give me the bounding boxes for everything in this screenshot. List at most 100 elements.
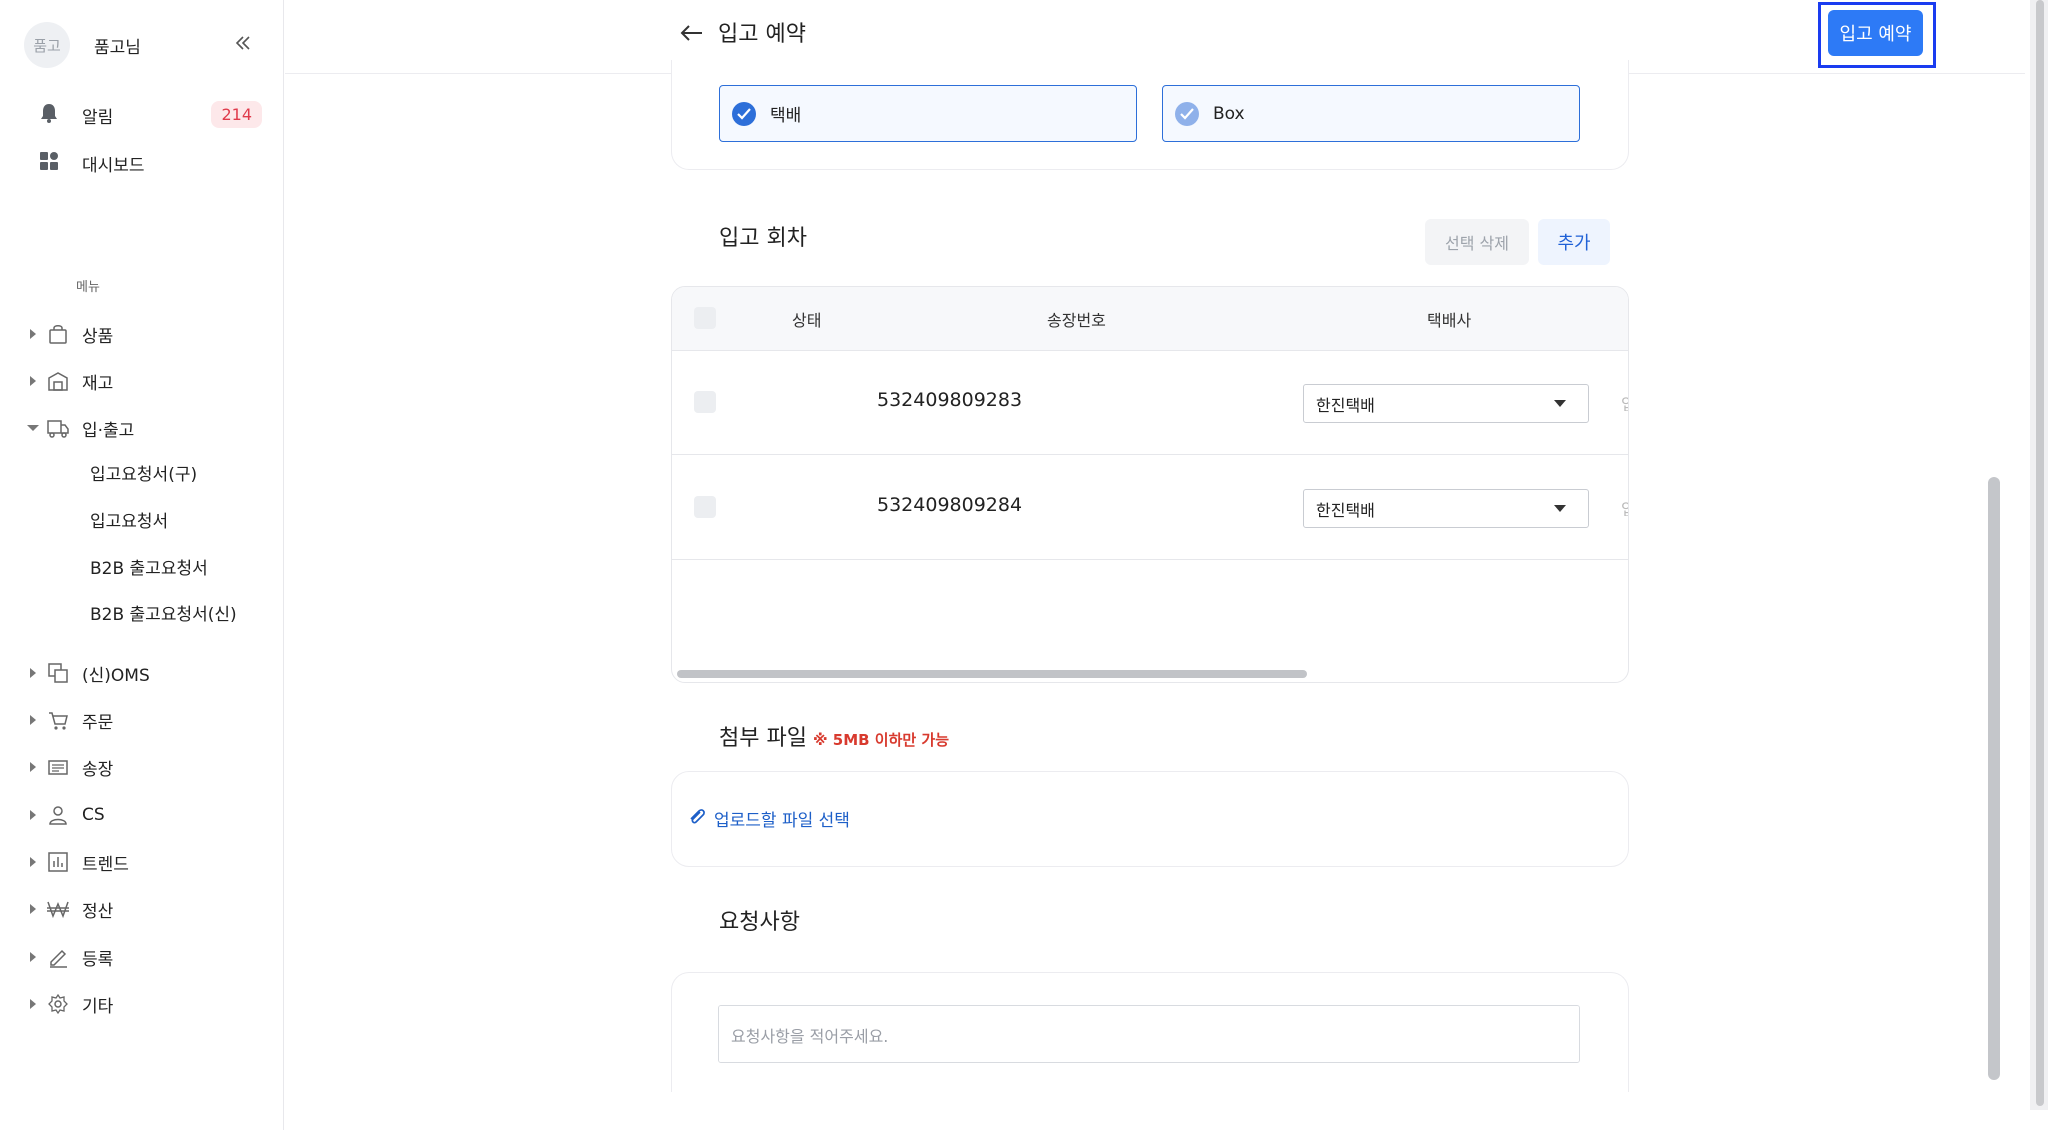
sidebar-item-etc[interactable]: 기타 xyxy=(26,987,113,1021)
table-row: 532409809284 한진택배 입 xyxy=(672,456,1628,560)
menu-heading: 메뉴 xyxy=(76,280,100,295)
caret-down-icon xyxy=(26,424,40,432)
sidebar-item-label: 송장 xyxy=(82,759,114,780)
caret-right-icon xyxy=(26,762,40,772)
sidebar-item-label: 상품 xyxy=(82,326,114,347)
sidebar-item-label: 입·출고 xyxy=(82,420,135,441)
column-header: 송장번호 xyxy=(1047,311,1106,330)
sidebar-item-label: 알림 xyxy=(82,107,114,128)
tracking-number: 532409809284 xyxy=(877,494,1023,516)
sidebar-item-label: 정산 xyxy=(82,901,114,922)
arrow-left-icon[interactable] xyxy=(680,18,714,48)
carrier-select[interactable]: 한진택배 xyxy=(1303,384,1589,423)
sidebar: 품고 품고님 알림 214 대시보드 메뉴 상품 재고 입·출고 입고요청서(구… xyxy=(0,0,284,1130)
warehouse-icon xyxy=(46,369,70,393)
sidebar-item-cs[interactable]: CS xyxy=(26,798,105,832)
cutoff-cell: 입 xyxy=(1621,391,1628,411)
bag-icon xyxy=(46,322,70,346)
avatar: 품고 xyxy=(24,22,70,68)
paperclip-icon xyxy=(686,806,706,831)
double-chevron-left-icon[interactable] xyxy=(230,30,256,56)
sidebar-item-notifications[interactable]: 알림 214 xyxy=(38,98,264,132)
sidebar-item-products[interactable]: 상품 xyxy=(26,317,113,351)
sidebar-item-trends[interactable]: 트렌드 xyxy=(26,845,129,879)
row-checkbox[interactable] xyxy=(694,496,716,518)
profile-name: 품고님 xyxy=(94,37,141,58)
pencil-icon xyxy=(46,945,70,969)
sidebar-item-label: 주문 xyxy=(82,712,114,733)
option-parcel[interactable]: 택배 xyxy=(719,85,1137,142)
check-circle-icon xyxy=(1175,101,1199,126)
truck-icon xyxy=(46,416,70,440)
sidebar-item-dashboard[interactable]: 대시보드 xyxy=(38,146,264,180)
upload-label: 업로드할 파일 선택 xyxy=(714,811,850,831)
sidebar-subitem-b2b-outbound-new[interactable]: B2B 출고요청서(신) xyxy=(90,600,237,630)
table-header: 상태 송장번호 택배사 xyxy=(672,287,1628,351)
profile[interactable]: 품고 품고님 xyxy=(24,22,141,68)
caret-right-icon xyxy=(26,810,40,820)
rounds-title: 입고 회차 xyxy=(719,226,807,251)
invoice-icon xyxy=(46,755,70,779)
table-row: 532409809283 한진택배 입 xyxy=(672,351,1628,455)
person-icon xyxy=(46,803,70,827)
sidebar-item-inbound-outbound[interactable]: 입·출고 xyxy=(26,411,134,445)
caret-down-icon xyxy=(1554,505,1566,512)
sidebar-item-settlement[interactable]: 정산 xyxy=(26,892,113,926)
option-label: 택배 xyxy=(770,106,802,126)
caret-right-icon xyxy=(26,952,40,962)
sidebar-item-orders[interactable]: 주문 xyxy=(26,703,113,737)
rounds-table: 상태 송장번호 택배사 532409809283 한진택배 입 53240980… xyxy=(671,286,1629,683)
sidebar-item-label: 기타 xyxy=(82,996,114,1017)
caret-right-icon xyxy=(26,904,40,914)
option-box[interactable]: Box xyxy=(1162,85,1580,142)
sidebar-subitem-inbound-request[interactable]: 입고요청서 xyxy=(90,507,168,537)
size-limit-note: ※ 5MB 이하만 가능 xyxy=(812,731,950,749)
window-scrollbar[interactable] xyxy=(2030,0,2048,1110)
sidebar-item-label: (신)OMS xyxy=(82,665,150,686)
sidebar-subitem-inbound-request-old[interactable]: 입고요청서(구) xyxy=(90,460,197,490)
carrier-select-value: 한진택배 xyxy=(1316,500,1375,520)
bar-chart-icon xyxy=(46,850,70,874)
select-all-checkbox[interactable] xyxy=(694,307,716,329)
scrollbar-thumb[interactable] xyxy=(677,670,1307,678)
caret-down-icon xyxy=(1554,400,1566,407)
page-title: 입고 예약 xyxy=(718,22,806,47)
attachment-title: 첨부 파일 ※ 5MB 이하만 가능 xyxy=(719,720,949,752)
dashboard-icon xyxy=(38,150,60,176)
add-round-button[interactable]: 추가 xyxy=(1538,219,1610,265)
option-label: Box xyxy=(1213,103,1245,124)
content-vertical-scrollbar[interactable] xyxy=(1988,477,2000,1080)
sidebar-item-label: CS xyxy=(82,805,105,825)
sidebar-item-invoice[interactable]: 송장 xyxy=(26,750,113,784)
caret-right-icon xyxy=(26,376,40,386)
sidebar-item-oms[interactable]: (신)OMS xyxy=(26,656,150,690)
reserve-inbound-button[interactable]: 입고 예약 xyxy=(1828,10,1923,56)
table-horizontal-scrollbar[interactable] xyxy=(672,668,1628,680)
cart-icon xyxy=(46,708,70,732)
carrier-select-value: 한진택배 xyxy=(1316,395,1375,415)
column-header: 택배사 xyxy=(1427,311,1472,330)
oms-icon xyxy=(46,661,70,685)
caret-right-icon xyxy=(26,715,40,725)
notification-count-badge: 214 xyxy=(211,101,262,128)
upload-file-link[interactable]: 업로드할 파일 선택 xyxy=(686,806,850,831)
request-title: 요청사항 xyxy=(719,910,800,935)
sidebar-item-label: 대시보드 xyxy=(82,155,145,176)
sidebar-item-inventory[interactable]: 재고 xyxy=(26,364,113,398)
carrier-select[interactable]: 한진택배 xyxy=(1303,489,1589,528)
scrollbar-thumb[interactable] xyxy=(2036,0,2044,1106)
sidebar-subitem-b2b-outbound[interactable]: B2B 출고요청서 xyxy=(90,554,208,584)
request-textarea[interactable] xyxy=(718,1005,1580,1063)
caret-right-icon xyxy=(26,857,40,867)
cutoff-cell: 입 xyxy=(1621,496,1628,516)
delete-selected-button[interactable]: 선택 삭제 xyxy=(1425,219,1529,265)
sidebar-item-label: 등록 xyxy=(82,949,114,970)
app: 품고 품고님 알림 214 대시보드 메뉴 상품 재고 입·출고 입고요청서(구… xyxy=(0,0,2048,1130)
gear-icon xyxy=(46,992,70,1016)
sidebar-item-register[interactable]: 등록 xyxy=(26,940,113,974)
caret-right-icon xyxy=(26,999,40,1009)
row-checkbox[interactable] xyxy=(694,391,716,413)
check-circle-icon xyxy=(732,101,756,126)
tracking-number: 532409809283 xyxy=(877,389,1023,411)
caret-right-icon xyxy=(26,329,40,339)
